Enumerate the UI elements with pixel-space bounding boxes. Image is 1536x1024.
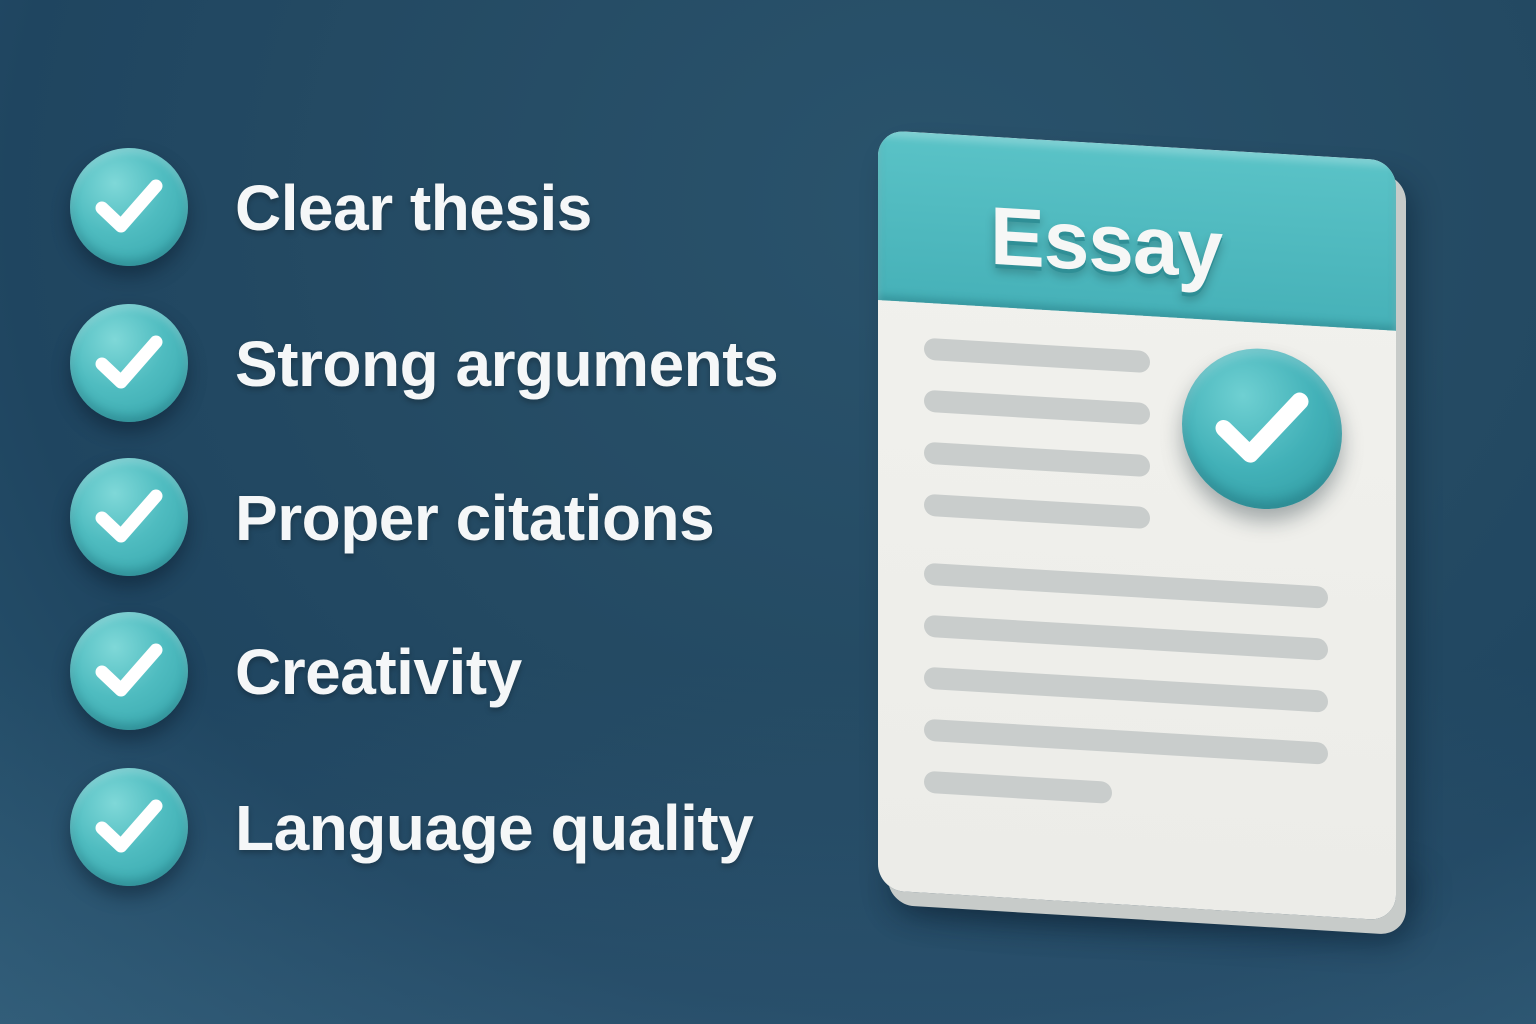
checkmark-icon <box>70 612 188 730</box>
checklist-item-label: Clear thesis <box>235 172 592 244</box>
checklist-item-label: Strong arguments <box>235 328 779 400</box>
checklist-item: Clear thesis <box>70 148 870 268</box>
checkmark-icon <box>70 768 188 886</box>
checkmark-icon <box>70 148 188 266</box>
checklist-item-label: Creativity <box>235 636 522 708</box>
text-placeholder-line <box>924 562 1328 609</box>
checkmark-icon <box>70 304 188 422</box>
checklist-item-label: Language quality <box>235 792 754 864</box>
checklist-item-label: Proper citations <box>235 482 715 554</box>
illustration: Clear thesis Strong arguments Proper cit… <box>0 0 1536 1024</box>
checkmark-icon <box>70 458 188 576</box>
text-placeholder-line <box>924 389 1150 426</box>
checklist-item: Proper citations <box>70 458 870 578</box>
document-header: Essay <box>878 130 1396 331</box>
text-placeholder-line <box>924 614 1328 661</box>
text-placeholder-line <box>924 770 1112 804</box>
checklist-item: Creativity <box>70 612 870 732</box>
text-placeholder-line <box>924 666 1328 713</box>
essay-document: Essay <box>878 130 1396 921</box>
text-placeholder-line <box>924 337 1150 374</box>
text-placeholder-line <box>924 441 1150 478</box>
checklist-item: Strong arguments <box>70 304 870 424</box>
document-title: Essay <box>990 190 1223 296</box>
approved-checkmark-icon <box>1182 344 1342 514</box>
text-placeholder-line <box>924 718 1328 765</box>
text-placeholder-line <box>924 493 1150 530</box>
checklist-item: Language quality <box>70 768 870 888</box>
